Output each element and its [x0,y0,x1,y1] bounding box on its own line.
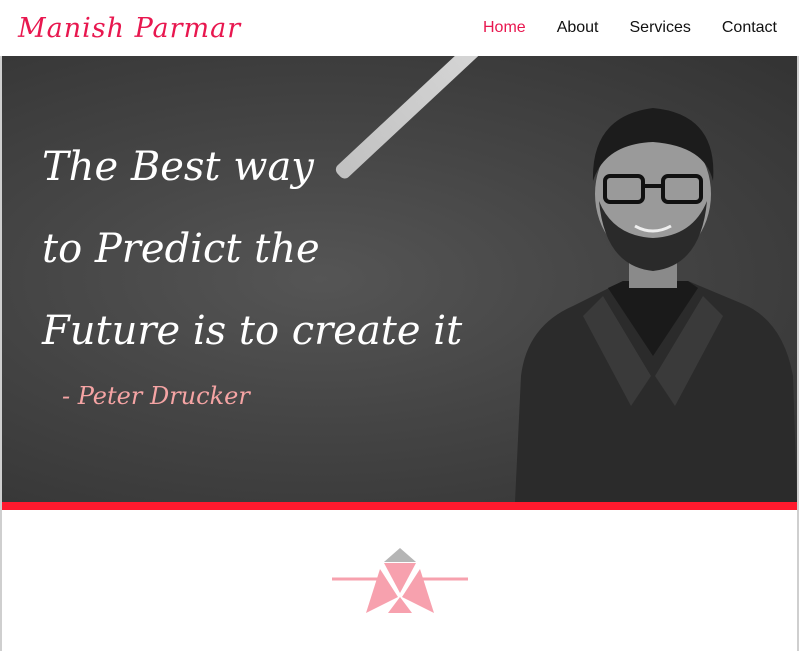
brand-logo[interactable]: Manish Parmar [18,13,241,44]
hero-accent-bar [2,502,797,510]
nav-link-home[interactable]: Home [483,19,526,37]
quote-line-1: The Best way [42,144,314,190]
quote-line-2: to Predict the [42,226,320,272]
nav-link-services[interactable]: Services [630,19,691,37]
navbar: Manish Parmar Home About Services Contac… [0,0,799,56]
nav-links: Home About Services Contact [483,19,777,37]
quote-author: - Peter Drucker [62,382,250,410]
portrait-photo [515,108,797,502]
nav-link-contact[interactable]: Contact [722,19,777,37]
diamond-emblem-icon [332,548,468,613]
hero-banner: The Best way to Predict the Future is to… [2,56,797,502]
nav-link-about[interactable]: About [557,19,599,37]
quote-line-3: Future is to create it [42,308,463,354]
hero-quote: The Best way to Predict the Future is to… [42,126,462,372]
